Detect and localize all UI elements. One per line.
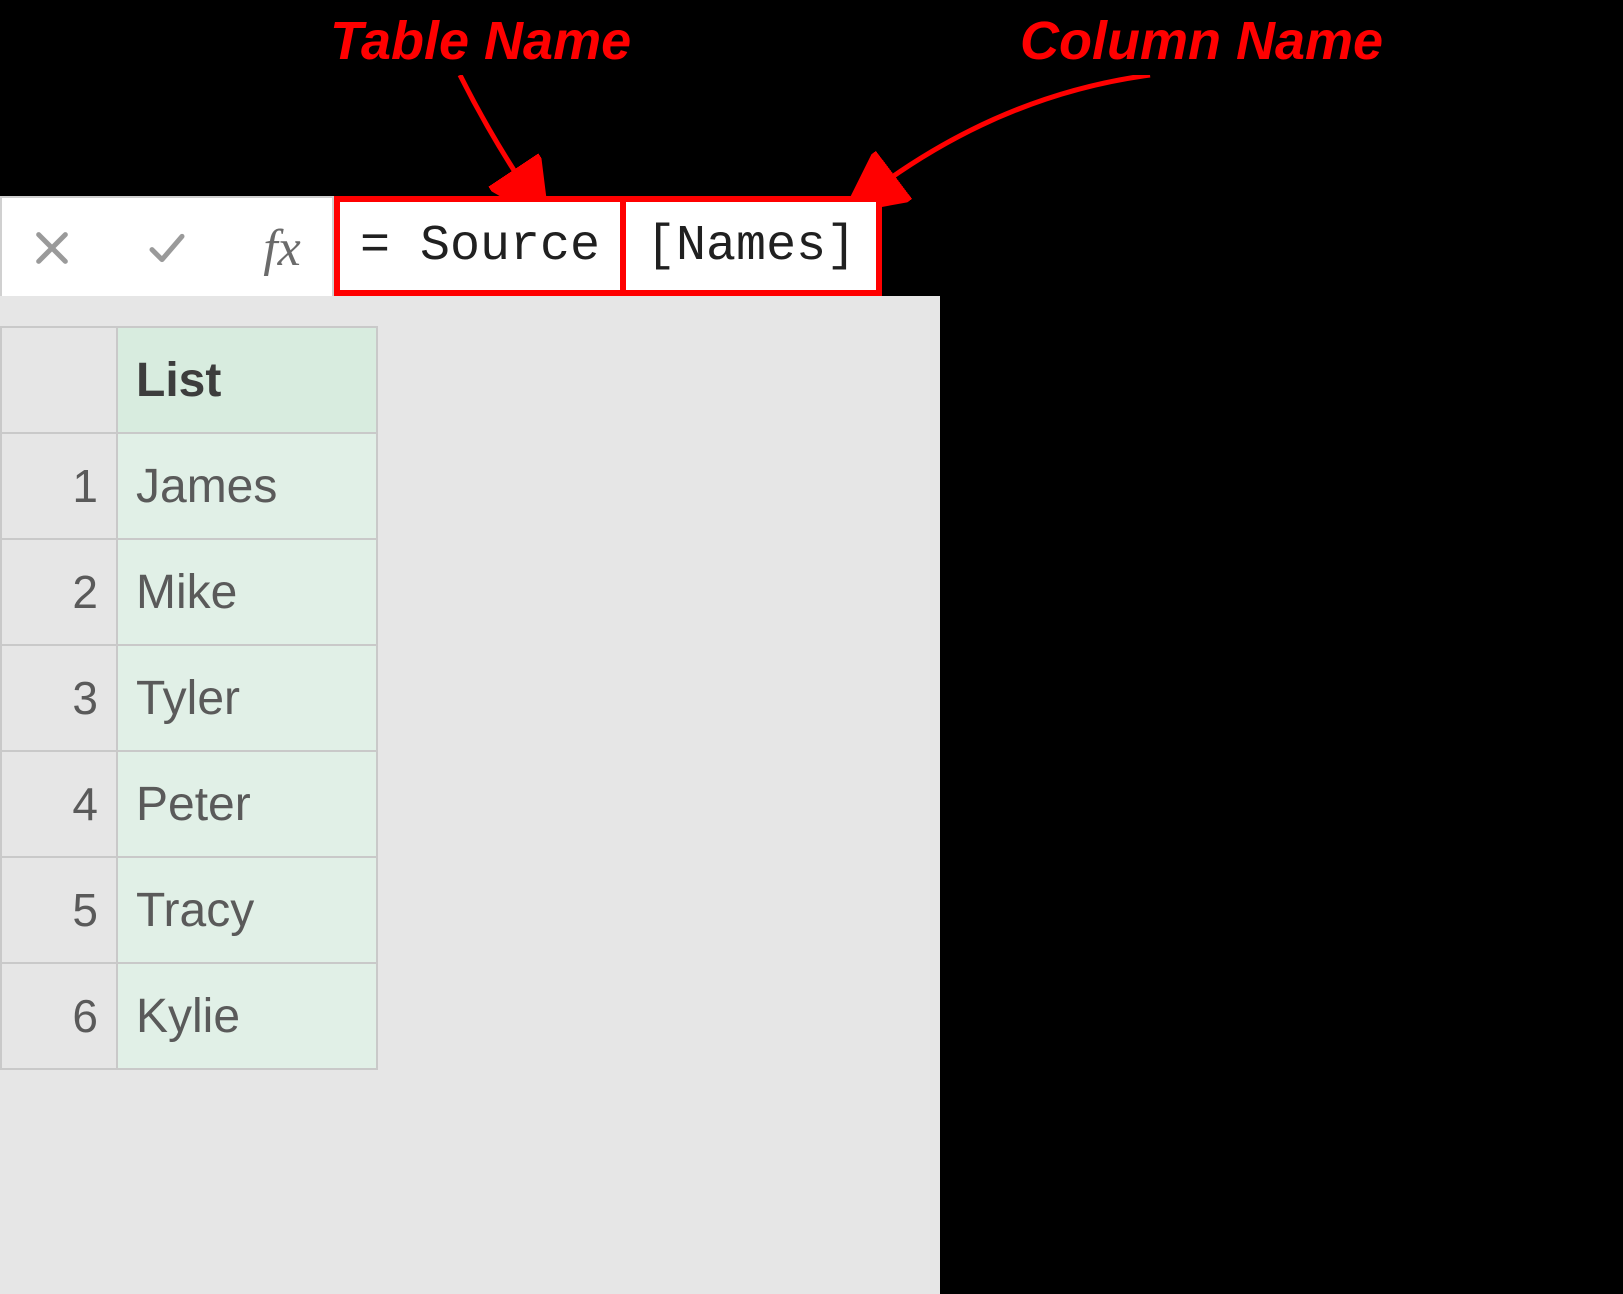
arrow-column-name: [850, 75, 1170, 215]
row-number[interactable]: 5: [1, 857, 117, 963]
annotation-table-name: Table Name: [330, 10, 631, 72]
black-background-right: [940, 296, 1623, 1294]
table-row[interactable]: 5 Tracy: [1, 857, 377, 963]
cell-value[interactable]: Tracy: [117, 857, 377, 963]
table-row[interactable]: 2 Mike: [1, 539, 377, 645]
arrow-table-name: [420, 75, 580, 215]
table-row[interactable]: 3 Tyler: [1, 645, 377, 751]
cancel-icon[interactable]: [22, 218, 82, 278]
cell-value[interactable]: Tyler: [117, 645, 377, 751]
table-row[interactable]: 1 James: [1, 433, 377, 539]
column-header-list[interactable]: List: [117, 327, 377, 433]
formula-bar-controls: fx: [0, 196, 334, 300]
formula-equals: =: [360, 218, 420, 275]
cell-value[interactable]: Mike: [117, 539, 377, 645]
cell-value[interactable]: Peter: [117, 751, 377, 857]
row-number[interactable]: 3: [1, 645, 117, 751]
formula-column-ref: [Names]: [646, 218, 856, 275]
table-header-row: List: [1, 327, 377, 433]
formula-table-ref: Source: [420, 218, 600, 275]
fx-icon[interactable]: fx: [252, 219, 312, 278]
row-number[interactable]: 6: [1, 963, 117, 1069]
annotation-column-name: Column Name: [1020, 10, 1383, 72]
row-number[interactable]: 4: [1, 751, 117, 857]
row-number[interactable]: 2: [1, 539, 117, 645]
confirm-icon[interactable]: [137, 218, 197, 278]
formula-bar: fx = Source [Names]: [0, 196, 882, 296]
table-row[interactable]: 4 Peter: [1, 751, 377, 857]
formula-input[interactable]: = Source [Names]: [334, 196, 882, 296]
table-corner[interactable]: [1, 327, 117, 433]
cell-value[interactable]: Kylie: [117, 963, 377, 1069]
query-preview-area: List 1 James 2 Mike 3 Tyler 4 Peter 5 Tr…: [0, 296, 940, 1294]
row-number[interactable]: 1: [1, 433, 117, 539]
table-row[interactable]: 6 Kylie: [1, 963, 377, 1069]
cell-value[interactable]: James: [117, 433, 377, 539]
list-table: List 1 James 2 Mike 3 Tyler 4 Peter 5 Tr…: [0, 326, 378, 1070]
